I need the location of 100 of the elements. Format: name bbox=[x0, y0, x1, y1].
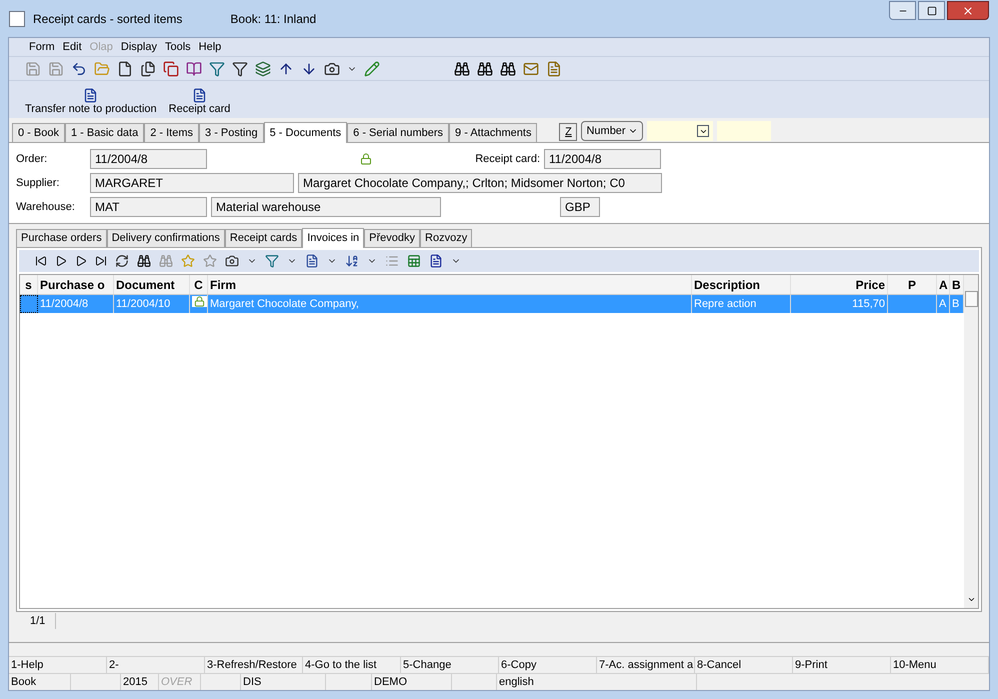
menu-item[interactable]: Edit bbox=[58, 38, 86, 56]
scrollbar[interactable] bbox=[964, 275, 978, 608]
filter-value-field[interactable] bbox=[717, 121, 772, 141]
order-field[interactable]: 11/2004/8 bbox=[90, 149, 207, 169]
star-add-icon[interactable] bbox=[181, 254, 195, 268]
star-remove-icon[interactable] bbox=[203, 254, 217, 268]
column-header[interactable]: Description bbox=[692, 275, 791, 294]
function-key-button[interactable]: 6-Copy bbox=[499, 657, 597, 673]
tab[interactable]: 1 - Basic data bbox=[64, 123, 144, 142]
tab[interactable]: Delivery confirmations bbox=[106, 229, 225, 247]
sort-dropdown[interactable]: Number bbox=[581, 121, 644, 141]
maximize-button[interactable] bbox=[918, 1, 945, 20]
status-text: Book bbox=[11, 676, 36, 688]
function-key-button[interactable]: 4-Go to the list bbox=[303, 657, 401, 673]
book-icon[interactable] bbox=[186, 60, 202, 76]
field-label: Supplier: bbox=[16, 176, 60, 191]
tab[interactable]: 9 - Attachments bbox=[449, 123, 538, 142]
filter-icon[interactable] bbox=[209, 60, 225, 76]
tab[interactable]: 5 - Documents bbox=[264, 122, 348, 143]
status-text: english bbox=[499, 676, 534, 688]
field-label: Receipt card: bbox=[474, 152, 541, 167]
report-icon[interactable] bbox=[429, 254, 443, 268]
table-cell: 115,70 bbox=[791, 295, 888, 313]
function-key-button[interactable]: 10-Menu bbox=[891, 657, 989, 673]
function-key-button[interactable]: 8-Cancel bbox=[695, 657, 793, 673]
tab[interactable]: Převodky bbox=[364, 229, 420, 247]
last-record-icon[interactable] bbox=[95, 255, 107, 267]
column-header[interactable]: C bbox=[190, 275, 208, 294]
menu-item[interactable]: Form bbox=[25, 38, 59, 56]
table-cell: Repre action bbox=[692, 295, 791, 313]
mail-icon[interactable] bbox=[523, 60, 539, 76]
filter-input-field[interactable] bbox=[647, 121, 714, 141]
filter-icon[interactable] bbox=[265, 254, 279, 268]
menu-item[interactable]: Help bbox=[194, 38, 226, 56]
document-icon bbox=[83, 88, 98, 103]
camera-icon[interactable] bbox=[225, 254, 239, 268]
pencil-icon[interactable] bbox=[364, 60, 380, 76]
table-cell: Margaret Chocolate Company, bbox=[208, 295, 692, 313]
undo-icon[interactable] bbox=[71, 60, 87, 76]
menu-item[interactable]: Display bbox=[116, 38, 161, 56]
refresh-icon[interactable] bbox=[115, 254, 129, 268]
next-record-icon[interactable] bbox=[75, 255, 87, 267]
app-logo-icon bbox=[9, 11, 25, 27]
tab[interactable]: 3 - Posting bbox=[199, 123, 264, 142]
tab[interactable]: 2 - Items bbox=[144, 123, 200, 142]
document-button[interactable]: Receipt card bbox=[168, 88, 230, 116]
function-key-button[interactable]: 9-Print bbox=[793, 657, 891, 673]
stack-icon[interactable] bbox=[255, 60, 271, 76]
warehouse-name-field[interactable]: Material warehouse bbox=[211, 197, 441, 217]
column-header[interactable]: Firm bbox=[208, 275, 692, 294]
z-button[interactable]: Z bbox=[559, 123, 578, 141]
new-file-icon[interactable] bbox=[117, 60, 133, 76]
tab[interactable]: Purchase orders bbox=[16, 229, 107, 247]
function-key-button[interactable]: 1-Help bbox=[9, 657, 107, 673]
sort-icon[interactable] bbox=[345, 254, 359, 268]
tab[interactable]: 0 - Book bbox=[12, 123, 65, 142]
tab[interactable]: Rozvozy bbox=[420, 229, 472, 247]
filter-list-icon[interactable] bbox=[232, 60, 248, 76]
status-text: 2015 bbox=[123, 676, 148, 688]
function-key-button[interactable]: 2- bbox=[107, 657, 205, 673]
lock-icon bbox=[360, 153, 372, 165]
column-header[interactable]: s bbox=[20, 275, 38, 294]
status-text: DIS bbox=[243, 676, 262, 688]
currency-field[interactable]: GBP bbox=[560, 197, 600, 217]
files-icon[interactable] bbox=[140, 60, 156, 76]
column-header[interactable]: Document bbox=[114, 275, 190, 294]
camera-icon[interactable] bbox=[324, 60, 340, 76]
copy-icon[interactable] bbox=[163, 60, 179, 76]
book-title: Book: 11: Inland bbox=[230, 11, 316, 28]
status-text: DEMO bbox=[374, 676, 407, 688]
first-record-icon[interactable] bbox=[35, 255, 47, 267]
function-key-button[interactable]: 3-Refresh/Restore bbox=[205, 657, 303, 673]
tab[interactable]: Invoices in bbox=[302, 228, 364, 248]
binoculars-down-icon[interactable] bbox=[500, 60, 516, 76]
supplier-code-field[interactable]: MARGARET bbox=[90, 173, 294, 193]
tab[interactable]: Receipt cards bbox=[224, 229, 302, 247]
receipt-card-field[interactable]: 11/2004/8 bbox=[544, 149, 661, 169]
search-icon[interactable] bbox=[137, 254, 151, 268]
table-cell: 11/2004/10 bbox=[114, 295, 190, 313]
table-cell bbox=[20, 295, 38, 313]
column-header[interactable]: A bbox=[937, 275, 950, 294]
document-icon bbox=[192, 88, 208, 103]
search-icon[interactable] bbox=[454, 60, 470, 76]
previous-record-icon[interactable] bbox=[55, 255, 67, 267]
export-icon[interactable] bbox=[305, 254, 319, 268]
binoculars-up-icon[interactable] bbox=[477, 60, 493, 76]
tab[interactable]: 6 - Serial numbers bbox=[347, 123, 450, 142]
document-button[interactable]: Transfer note to production bbox=[25, 88, 157, 116]
column-header[interactable]: Purchase o bbox=[38, 275, 114, 294]
column-header[interactable]: P bbox=[888, 275, 937, 294]
menu-item[interactable]: Tools bbox=[160, 38, 195, 56]
warehouse-code-field[interactable]: MAT bbox=[90, 197, 207, 217]
close-button[interactable] bbox=[947, 1, 989, 20]
function-key-button[interactable]: 5-Change bbox=[401, 657, 499, 673]
supplier-name-field[interactable]: Margaret Chocolate Company,; Crlton; Midsomer Norton; C0 bbox=[298, 173, 662, 193]
scroll-thumb[interactable] bbox=[964, 291, 978, 307]
column-header[interactable]: Price bbox=[791, 275, 888, 294]
function-key-button[interactable]: 7-Ac. assignment a bbox=[597, 657, 695, 673]
note-icon[interactable] bbox=[546, 60, 562, 76]
spreadsheet-icon[interactable] bbox=[407, 254, 421, 268]
